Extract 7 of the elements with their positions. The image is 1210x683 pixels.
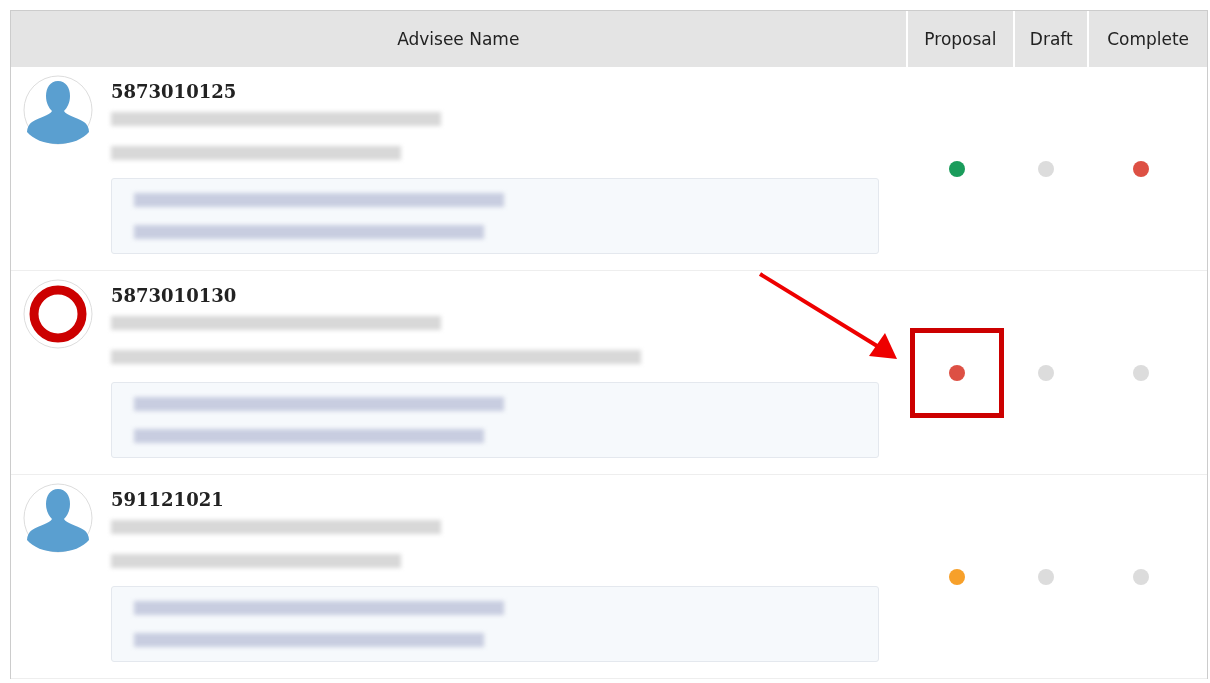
student-id: 591121021 [111, 489, 225, 510]
column-header: Proposal [905, 11, 1014, 67]
student-id: 5873010130 [111, 285, 238, 306]
column-header: Draft [1013, 11, 1088, 67]
column-header: Advisee Name [396, 28, 521, 51]
student-id: 5873010125 [111, 81, 238, 102]
column-header: Complete [1087, 11, 1207, 67]
